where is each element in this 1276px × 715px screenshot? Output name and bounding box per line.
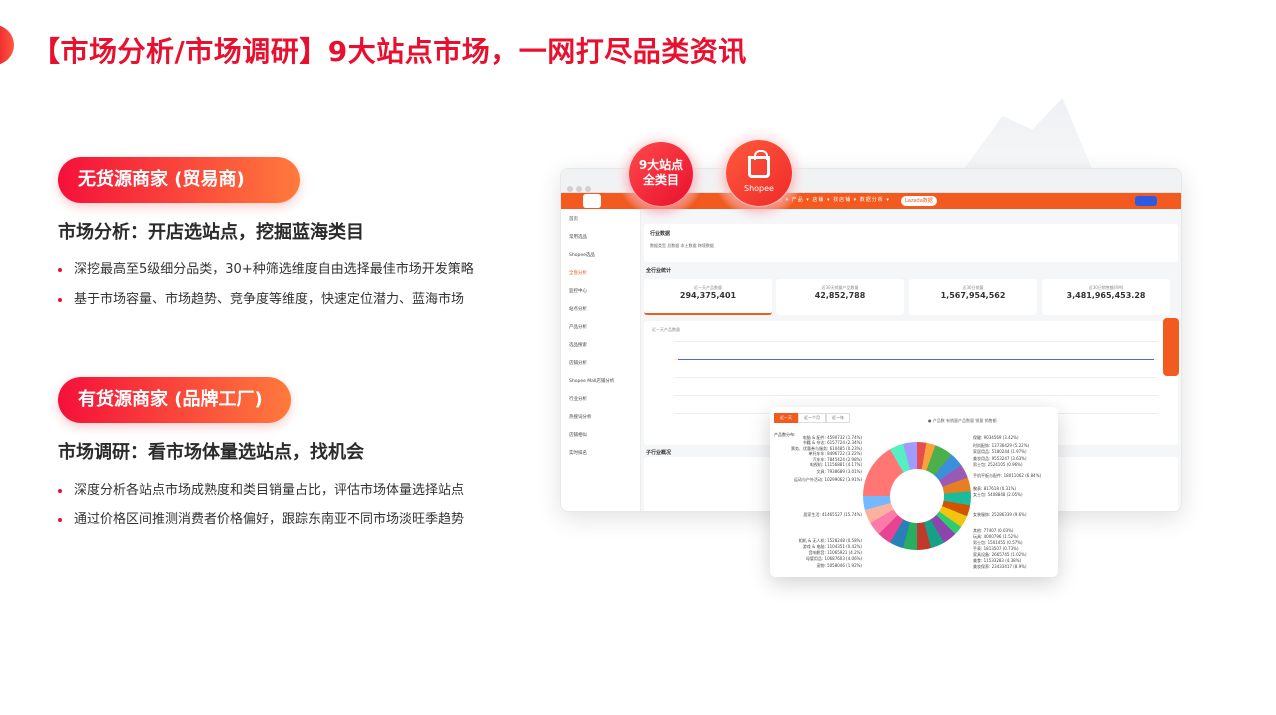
gridline bbox=[674, 377, 1158, 378]
section1-pill: 无货源商家 (贸易商) bbox=[58, 157, 300, 203]
floating-toolbar[interactable] bbox=[1163, 318, 1179, 376]
sidebar-item: 产品分析 bbox=[569, 325, 587, 330]
tab-month[interactable]: 近一个月 bbox=[798, 413, 826, 423]
sidebar-item: 站点分析 bbox=[569, 307, 587, 312]
sidebar-item: Shopee选品 bbox=[569, 253, 595, 258]
pie-label: 男士包: 2524105 (0.96%) bbox=[973, 462, 1023, 467]
section1-heading: 市场分析：开店选站点，挖掘蓝海类目 bbox=[58, 222, 364, 243]
section2-pill: 有货源商家 (品牌工厂) bbox=[58, 377, 291, 423]
gridline bbox=[674, 341, 1158, 342]
pie-label: 家居用品: 5180244 (1.97%) bbox=[973, 449, 1027, 454]
lazada-button: Lazada数据 bbox=[901, 196, 937, 206]
sidebar-item: 首页 bbox=[569, 217, 578, 222]
chart-label: 近一天产品数量 bbox=[652, 327, 680, 332]
pie-label: 女装服饰: 25286339 (9.6%) bbox=[973, 512, 1027, 517]
shopee-badge: Shopee bbox=[712, 126, 806, 220]
sidebar: 首页 常用选品 Shopee选品 全盘分析 监控中心 站点分析 产品分析 选品搜… bbox=[561, 209, 641, 511]
sidebar-item: 选品搜索 bbox=[569, 343, 587, 348]
sidebar-item: 店铺分析 bbox=[569, 361, 587, 366]
section1-bullet-1: 深挖最高至5级细分品类，30+种筛选维度自由选择最佳市场开发策略 bbox=[58, 258, 474, 277]
pie-label: 母婴用品: 10687603 (4.06%) bbox=[805, 556, 862, 561]
pie-label: 电视机: 11156881 (4.17%) bbox=[809, 462, 862, 467]
overview-title: 全行业统计 bbox=[646, 268, 672, 274]
title-accent bbox=[0, 25, 14, 65]
section2-bullet-2: 通过价格区间推测消费者价格偏好，跟踪东南亚不同市场淡旺季趋势 bbox=[58, 508, 464, 527]
trend-line bbox=[678, 359, 1154, 360]
page-title: 【市场分析/市场调研】9大站点市场，一网打尽品类资讯 bbox=[32, 35, 747, 68]
pie-label: 运动与户外活动: 10299062 (3.91%) bbox=[793, 477, 862, 482]
sidebar-item: 店铺相似 bbox=[569, 433, 587, 438]
pie-label: 手机平板与配件: 18011062 (6.84%) bbox=[973, 473, 1042, 478]
section1-bullet-2: 基于市场容量、市场趋势、竞争度等维度，快速定位潜力、蓝海市场 bbox=[58, 288, 464, 307]
gridline bbox=[674, 395, 1158, 396]
shopping-bag-icon bbox=[748, 150, 770, 178]
popup-tabs: 近一天 近一个月 近一年 bbox=[774, 413, 850, 423]
industry-title: 行业数据 bbox=[650, 231, 671, 237]
sidebar-item: 行业分析 bbox=[569, 397, 587, 402]
stat-value: 42,852,788 bbox=[814, 291, 866, 300]
slide: 【市场分析/市场调研】9大站点市场，一网打尽品类资讯 无货源商家 (贸易商) 市… bbox=[0, 0, 1276, 715]
bullet-dot-icon bbox=[58, 267, 62, 272]
stat-label: 近30天销量产品数量 bbox=[821, 285, 859, 290]
stat-card: 近30天销量产品数量 42,852,788 bbox=[776, 279, 904, 315]
sidebar-item: 实时排名 bbox=[569, 451, 587, 456]
bullet-dot-icon bbox=[58, 517, 62, 522]
sub-industry-title: 子行业概况 bbox=[646, 450, 672, 456]
tab-day[interactable]: 近一天 bbox=[774, 413, 798, 423]
stat-value: 294,375,401 bbox=[679, 291, 737, 300]
stat-card: 近一天产品数量 294,375,401 bbox=[644, 279, 772, 315]
stat-label: 近一天产品数量 bbox=[694, 285, 722, 290]
pie-popup: 近一天 近一个月 近一年 ● 产品数 有销量产品数量 销量 销售额 产品数分布: 电… bbox=[770, 407, 1058, 577]
industry-card: 行业数据 数据类型 总数据 本土数据 跨境数据 bbox=[644, 224, 1178, 262]
stat-card: 近30日销售额(RM) 3,481,965,453.28 bbox=[1042, 279, 1170, 315]
stat-card: 近30日销量 1,567,954,562 bbox=[909, 279, 1037, 315]
pie-label: 宠物: 5058046 (1.92%) bbox=[816, 563, 862, 568]
sidebar-item: 全盘分析 bbox=[569, 271, 587, 276]
shopee-label: Shopee bbox=[744, 184, 774, 193]
section2-bullet-1: 深度分析各站点市场成熟度和类目销量占比，评估市场体量选择站点 bbox=[58, 479, 464, 498]
sidebar-item: Shopee Mall店铺分析 bbox=[569, 379, 615, 384]
pie-label: 文具: 7938689 (3.01%) bbox=[816, 469, 862, 474]
stat-label: 近30日销量 bbox=[962, 285, 984, 290]
stat-value: 1,567,954,562 bbox=[940, 291, 1006, 300]
pie-title: 产品数分布: bbox=[774, 432, 796, 437]
tab-year[interactable]: 近一年 bbox=[826, 413, 850, 423]
sidebar-item: 监控中心 bbox=[569, 289, 587, 294]
section2-heading: 市场调研：看市场体量选站点，找机会 bbox=[58, 442, 364, 463]
pie-label: 女士包: 5408848 (2.05%) bbox=[973, 492, 1023, 497]
sites-badge-line1: 9大站点 bbox=[638, 158, 684, 172]
pie-label: 居家生活: 41465527 (15.74%) bbox=[803, 512, 862, 517]
sites-badge-core: 9大站点 全类目 bbox=[629, 142, 693, 206]
shopee-badge-core: Shopee bbox=[726, 140, 792, 206]
pie-legend: ● 产品数 有销量产品数量 销量 销售额 bbox=[928, 418, 997, 423]
donut-chart bbox=[863, 442, 971, 550]
donut-hole bbox=[890, 469, 944, 523]
bullet-dot-icon bbox=[58, 297, 62, 302]
stat-value: 3,481,965,453.28 bbox=[1066, 291, 1146, 300]
sidebar-item: 常用选品 bbox=[569, 235, 587, 240]
sites-badge: 9大站点 全类目 bbox=[616, 129, 706, 219]
pie-label: 保健: 9034569 (3.42%) bbox=[973, 435, 1019, 440]
sites-badge-line2: 全类目 bbox=[642, 173, 679, 187]
app-logo bbox=[583, 194, 601, 208]
sidebar-item: 热搜词分析 bbox=[569, 415, 592, 420]
industry-tabs: 数据类型 总数据 本土数据 跨境数据 bbox=[650, 243, 714, 248]
pie-label: 美妆保养: 23433417 (8.9%) bbox=[973, 564, 1027, 569]
bullet-dot-icon bbox=[58, 488, 62, 493]
stat-label: 近30日销售额(RM) bbox=[1088, 285, 1124, 290]
vip-badge bbox=[1135, 196, 1157, 206]
